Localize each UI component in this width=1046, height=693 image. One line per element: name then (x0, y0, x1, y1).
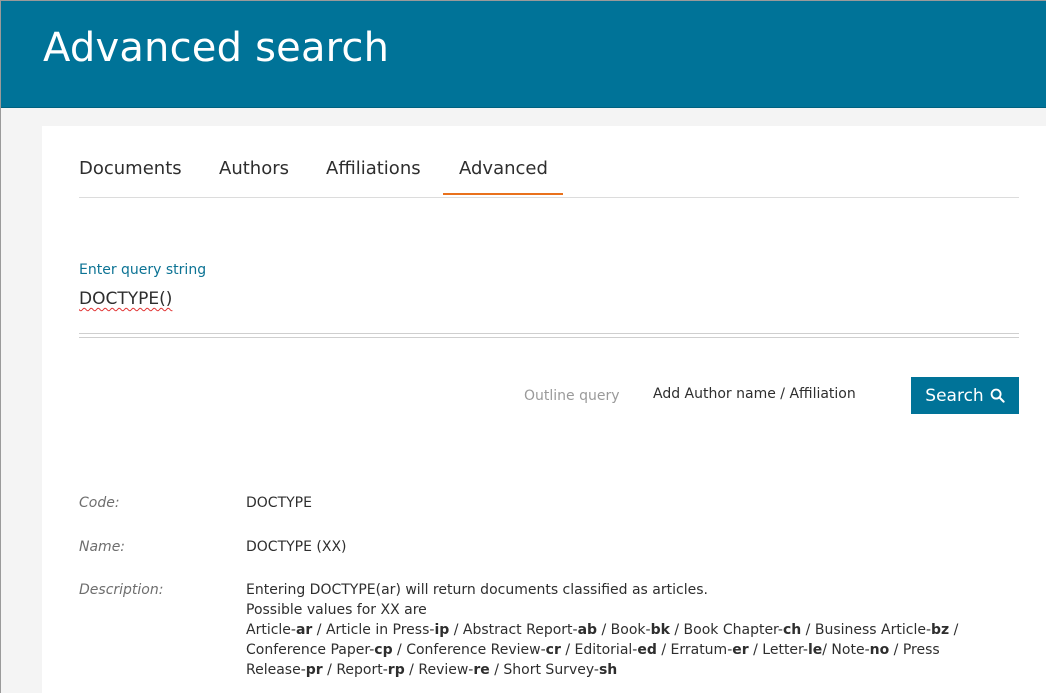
page-title: Advanced search (43, 25, 390, 71)
search-button-label: Search (925, 385, 984, 406)
code-value: DOCTYPE (246, 495, 312, 511)
search-tabs: Documents Authors Affiliations Advanced (79, 126, 1019, 198)
query-input[interactable] (79, 284, 1019, 334)
doctype-value: Report-rp / (336, 662, 419, 678)
doctype-value: Short Survey-sh (503, 662, 618, 678)
doctype-value: Conference Review-cr / (406, 642, 575, 658)
doctype-value: Review-re / (418, 662, 504, 678)
doctype-value: Business Article-bz / (814, 622, 959, 638)
name-value: DOCTYPE (XX) (246, 539, 347, 555)
code-key: Code: (79, 495, 120, 511)
add-author-affiliation-link[interactable]: Add Author name / Affiliation (653, 386, 856, 402)
doctype-value: Book Chapter-ch / (683, 622, 815, 638)
query-input-underline (79, 337, 1019, 338)
tab-authors[interactable]: Authors (219, 158, 289, 179)
doctype-values-line-3: Release-pr / Report-rp / Review-re / Sho… (246, 660, 1016, 680)
doctype-values-line-1: Article-ar / Article in Press-ip / Abstr… (246, 620, 1016, 640)
tab-documents[interactable]: Documents (79, 158, 182, 179)
doctype-value: Book-bk / (610, 622, 684, 638)
description-value: Entering DOCTYPE(ar) will return documen… (246, 580, 1016, 680)
description-key: Description: (79, 582, 164, 598)
query-label: Enter query string (79, 262, 207, 278)
tab-affiliations[interactable]: Affiliations (326, 158, 421, 179)
search-icon (990, 388, 1005, 403)
doctype-value: Conference Paper-cp / (246, 642, 407, 658)
doctype-value: Abstract Report-ab / (462, 622, 611, 638)
doctype-value: Release-pr / (246, 662, 337, 678)
doctype-value: Article in Press-ip / (325, 622, 463, 638)
search-card: Documents Authors Affiliations Advanced … (42, 126, 1046, 693)
description-line-2: Possible values for XX are (246, 602, 427, 618)
doctype-value: Erratum-er / (670, 642, 763, 658)
active-tab-indicator (443, 193, 563, 195)
tab-advanced[interactable]: Advanced (459, 158, 548, 179)
doctype-value: Letter-le/ (762, 642, 832, 658)
doctype-value: Editorial-ed / (574, 642, 671, 658)
doctype-values-line-2: Conference Paper-cp / Conference Review-… (246, 640, 1016, 660)
description-line-1: Entering DOCTYPE(ar) will return documen… (246, 582, 708, 598)
doctype-value: Article-ar / (246, 622, 326, 638)
doctype-value: Note-no / Press (831, 642, 940, 658)
name-key: Name: (79, 539, 126, 555)
outline-query-link[interactable]: Outline query (524, 388, 620, 404)
page-header: Advanced search (1, 1, 1046, 108)
search-button[interactable]: Search (911, 377, 1019, 414)
